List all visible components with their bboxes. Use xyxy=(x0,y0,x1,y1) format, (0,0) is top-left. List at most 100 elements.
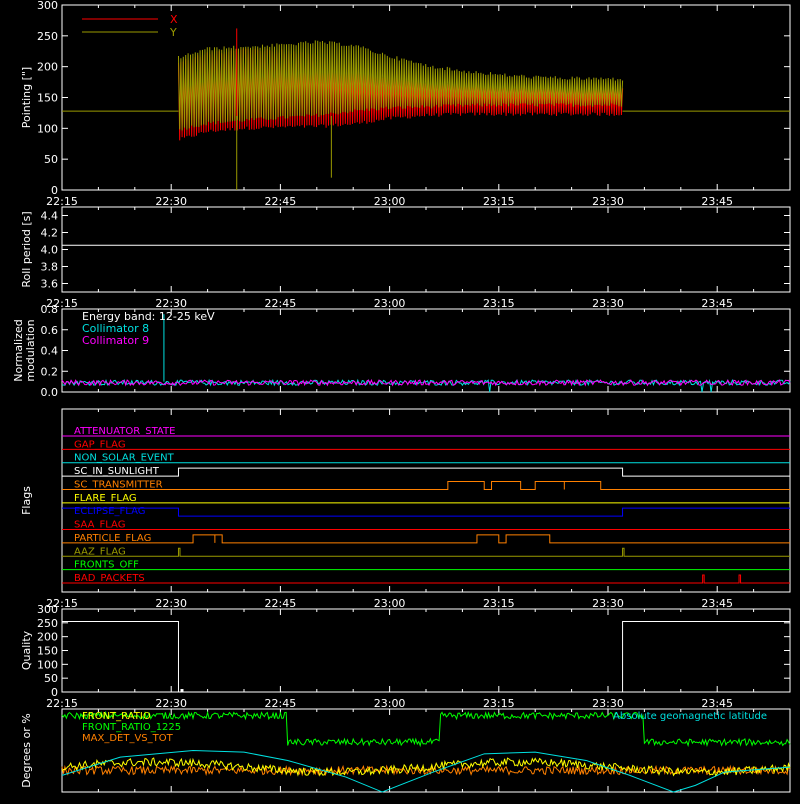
x-tick-label: 23:45 xyxy=(701,297,733,310)
flag-line xyxy=(62,480,790,490)
x-tick-label: 23:45 xyxy=(701,697,733,710)
legend-label: X xyxy=(170,13,178,26)
flag-label: NON_SOLAR_EVENT xyxy=(74,453,175,464)
y-tick-label: 0 xyxy=(51,184,58,197)
y-tick-label: 4.4 xyxy=(41,210,59,223)
flag-flare-flag: FLARE_FLAG xyxy=(62,493,790,504)
flag-label: SAA_FLAG xyxy=(74,520,125,531)
quality-line xyxy=(62,620,790,693)
x-tick-label: 22:30 xyxy=(155,597,187,610)
panel-pointing: 22:15 22:30 22:45 23:00 23:15 23:30 23:4505010… xyxy=(20,0,791,208)
flag-label: AAZ_FLAG xyxy=(74,546,126,557)
chart-figure: 22:15 22:30 22:45 23:00 23:15 23:30 23:45 0 50 10… xyxy=(0,0,800,800)
flag-eclipse-flag: ECLIPSE_FLAG xyxy=(62,506,790,517)
y-axis-label: Degrees or % xyxy=(20,713,33,787)
x-tick-label: 23:15 xyxy=(483,597,515,610)
flag-non-solar-event: NON_SOLAR_EVENT xyxy=(62,453,790,464)
flag-attenuator-state: ATTENUATOR_STATE xyxy=(62,426,790,437)
y-tick-label: 300 xyxy=(37,603,58,616)
flag-label: SC_TRANSMITTER xyxy=(74,479,163,490)
flag-label: PARTICLE_FLAG xyxy=(74,533,151,544)
x-tick-label: 23:00 xyxy=(374,195,406,208)
x-tick-label: 22:30 xyxy=(155,697,187,710)
y-tick-label: 100 xyxy=(37,122,58,135)
y-tick-label: 3.8 xyxy=(41,261,59,274)
x-tick-label: 22:30 xyxy=(155,297,187,310)
legend-label: FRONT_RATIO_1225 xyxy=(82,722,181,733)
y-tick-label: 0.2 xyxy=(41,365,59,378)
chart-svg: 22:15 22:30 22:45 23:00 23:15 23:30 23:4505010… xyxy=(12,0,791,793)
x-tick-label: 23:00 xyxy=(374,297,406,310)
x-tick-label: 23:45 xyxy=(701,195,733,208)
x-tick-label: 23:15 xyxy=(483,697,515,710)
flag-bad-packets: BAD_PACKETS xyxy=(62,573,790,584)
panel-roll: 22:15 22:30 22:45 23:00 23:15 23:30 23:453.63.… xyxy=(20,206,791,310)
y-tick-label: 150 xyxy=(37,645,58,658)
flag-label: FRONTS_OFF xyxy=(74,560,139,571)
flag-aaz-flag: AAZ_FLAG xyxy=(62,546,790,557)
legend-label: FRONT_RATIO xyxy=(82,711,151,722)
y-tick-label: 0 xyxy=(51,686,58,699)
legend-label-right: Absolute geomagnetic latitude xyxy=(613,711,767,722)
y-tick-label: 4.2 xyxy=(41,227,59,240)
y-axis-label: Pointing ["] xyxy=(20,67,33,128)
flag-line xyxy=(62,574,790,584)
y-tick-label: 200 xyxy=(37,61,58,74)
legend-label: Y xyxy=(169,26,177,39)
panel-quality: 22:15 22:30 22:45 23:00 23:15 23:30 23:4505010… xyxy=(20,603,791,710)
panel-ratios: Degrees or % FRONT_RATIOFRONT_RATIO_1225M… xyxy=(20,708,791,793)
y-tick-label: 50 xyxy=(44,672,58,685)
y-axis-label: Flags xyxy=(20,486,33,515)
x-tick-label: 22:45 xyxy=(265,697,297,710)
quality-marker xyxy=(180,689,184,692)
flag-line xyxy=(62,547,790,557)
flag-saa-flag: SAA_FLAG xyxy=(62,520,790,531)
x-tick-label: 22:45 xyxy=(265,195,297,208)
flag-label: SC_IN_SUNLIGHT xyxy=(74,466,160,477)
x-tick-label: 22:45 xyxy=(265,297,297,310)
y-tick-label: 150 xyxy=(37,92,58,105)
y-tick-label: 200 xyxy=(37,631,58,644)
y-tick-label: 300 xyxy=(37,0,58,12)
y-tick-label: 0.4 xyxy=(41,345,59,358)
y-tick-label: 0.8 xyxy=(41,303,59,316)
y-tick-label: 50 xyxy=(44,153,58,166)
x-tick-label: 23:00 xyxy=(374,597,406,610)
x-tick-label: 23:15 xyxy=(483,297,515,310)
x-tick-label: 23:15 xyxy=(483,195,515,208)
y-tick-label: 4.0 xyxy=(41,244,59,257)
flag-label: FLARE_FLAG xyxy=(74,493,137,504)
flag-line xyxy=(62,467,790,477)
flag-gap-flag: GAP_FLAG xyxy=(62,439,790,450)
plot-frame xyxy=(61,206,791,293)
panel-modulation: 0.00.20.40.60.8Normalized modulationEnerg… xyxy=(12,303,791,399)
flag-sc-in-sunlight: SC_IN_SUNLIGHT xyxy=(62,466,790,477)
y-axis-label: modulation xyxy=(24,319,37,381)
x-tick-label: 23:00 xyxy=(374,697,406,710)
flag-particle-flag: PARTICLE_FLAG xyxy=(62,533,790,544)
flag-line xyxy=(62,534,790,544)
flag-label: GAP_FLAG xyxy=(74,439,126,450)
flag-sc-transmitter: SC_TRANSMITTER xyxy=(62,479,790,490)
flag-fronts-off: FRONTS_OFF xyxy=(62,560,790,571)
x-tick-label: 23:30 xyxy=(592,195,624,208)
y-tick-label: 0.6 xyxy=(41,324,59,337)
flag-label: BAD_PACKETS xyxy=(74,573,145,584)
y-axis-label: Quality xyxy=(20,630,33,670)
flag-label: ATTENUATOR_STATE xyxy=(74,426,175,437)
y-tick-label: 250 xyxy=(37,30,58,43)
x-tick-label: 23:30 xyxy=(592,697,624,710)
y-tick-label: 250 xyxy=(37,617,58,630)
flag-line xyxy=(62,507,790,517)
x-tick-label: 22:30 xyxy=(155,195,187,208)
x-tick-label: 22:45 xyxy=(265,597,297,610)
x-tick-label: 23:30 xyxy=(592,297,624,310)
legend-label: MAX_DET_VS_TOT xyxy=(82,733,174,744)
y-axis-label: Roll period [s] xyxy=(20,211,33,287)
y-tick-label: 100 xyxy=(37,658,58,671)
panel-flags: 22:15 22:30 22:45 23:00 23:15 23:30 23:45Flags… xyxy=(20,408,791,610)
x-tick-label: 23:30 xyxy=(592,597,624,610)
legend-label: Collimator 9 xyxy=(82,334,149,347)
y-tick-label: 3.6 xyxy=(41,278,59,291)
x-tick-label: 23:45 xyxy=(701,597,733,610)
